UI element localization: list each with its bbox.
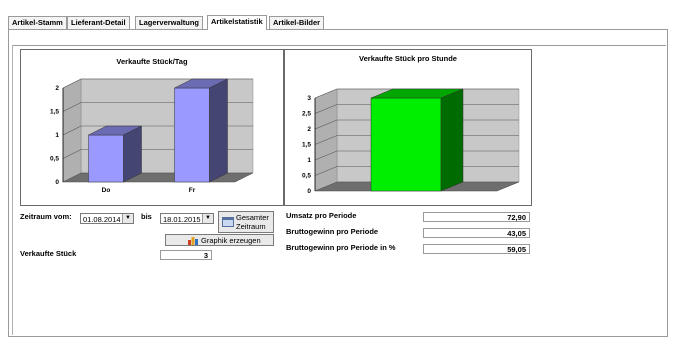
stat-value-bruttogewinn-prozent: 59,05 [423, 244, 530, 254]
chevron-down-icon[interactable]: ▼ [202, 214, 213, 223]
chart-x-tick-label: Fr [189, 187, 196, 194]
tab-lieferant-detail[interactable]: Lieferant-Detail [67, 16, 130, 29]
stat-label-bruttogewinn: Bruttogewinn pro Periode [286, 227, 379, 236]
stat-value-umsatz: 72,90 [423, 212, 530, 222]
chart-y-tick-label: 2 [55, 85, 59, 92]
chart-bar [370, 97, 442, 192]
chart-y-tick-label: 0 [307, 188, 311, 195]
stat-label-bruttogewinn-prozent: Bruttogewinn pro Periode in % [286, 243, 396, 252]
panel-left-border [12, 45, 13, 335]
chart-y-tick-label: 2,5 [302, 111, 311, 118]
graphik-erzeugen-button[interactable]: Graphik erzeugen [165, 234, 274, 246]
chart-y-tick-label: 2 [307, 126, 311, 133]
chart-bar [174, 87, 210, 183]
chart-bar-side [209, 78, 228, 183]
stat-label-umsatz: Umsatz pro Periode [286, 211, 357, 220]
tab-artikel-bilder[interactable]: Artikel-Bilder [269, 16, 325, 29]
to-date-value: 18.01.2015 [163, 215, 201, 224]
calendar-icon [222, 217, 234, 227]
gesamter-label-line2: Zeitraum [236, 222, 266, 231]
tab-lagerverwaltung[interactable]: Lagerverwaltung [135, 16, 204, 29]
chart-bar [88, 134, 124, 183]
tab-artikelstatistik[interactable]: Artikelstatistik [207, 15, 267, 30]
chart-y-tick-label: 0 [55, 179, 59, 186]
graphik-erzeugen-label: Graphik erzeugen [201, 236, 261, 245]
gesamter-zeitraum-button[interactable]: Gesamter Zeitraum [218, 211, 274, 233]
chart-y-tick-label: 1 [307, 157, 311, 164]
chart-verkaufte-stunde: Verkaufte Stück pro Stunde 0 0,5 1 1,5 2 2,5 3 [284, 49, 532, 206]
gesamter-label-line1: Gesamter [236, 213, 269, 222]
verkaufte-stueck-label: Verkaufte Stück [20, 249, 77, 258]
chart-y-tick-label: 3 [307, 95, 311, 102]
from-date-picker[interactable]: 01.08.2014 ▼ [80, 213, 134, 224]
chart-x-tick-label: Do [102, 187, 111, 194]
bis-label: bis [141, 212, 152, 221]
panel-divider [12, 45, 666, 46]
tab-artikel-stamm[interactable]: Artikel-Stamm [8, 16, 67, 29]
chart-bar-side [123, 125, 142, 183]
chart-y-tick-label: 0,5 [302, 173, 311, 180]
chart-svg: 0 0,5 1 1,5 2 2,5 3 [302, 88, 520, 195]
chart-y-tick-label: 1,5 [50, 109, 59, 116]
chart-y-tick-label: 0,5 [50, 156, 59, 163]
from-date-value: 01.08.2014 [83, 215, 121, 224]
chart-svg: 0 0,5 1 1,5 2 Do Fr [50, 78, 254, 194]
chart-icon [188, 237, 198, 245]
chevron-down-icon[interactable]: ▼ [122, 214, 133, 223]
stat-value-bruttogewinn: 43,05 [423, 228, 530, 238]
verkaufte-stueck-value: 3 [160, 250, 212, 260]
chart-bar-side [440, 88, 464, 192]
zeitraum-label: Zeitraum vom: [20, 212, 72, 221]
to-date-picker[interactable]: 18.01.2015 ▼ [160, 213, 214, 224]
chart-y-tick-label: 1 [55, 132, 59, 139]
chart-verkaufte-tag: Verkaufte Stück/Tag 0 0,5 1 1,5 2 Do Fr [20, 49, 284, 206]
chart-y-tick-label: 1,5 [302, 142, 311, 149]
